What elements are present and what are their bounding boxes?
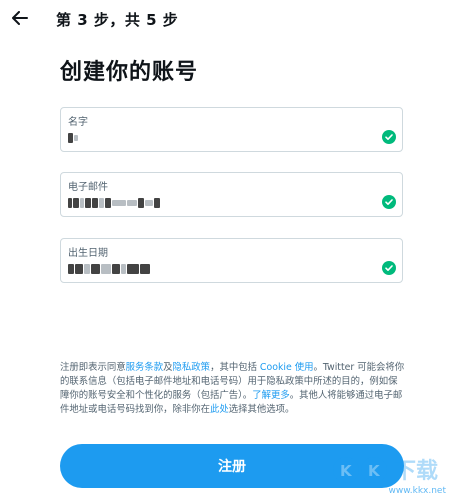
page-title: 创建你的账号 <box>60 60 199 85</box>
svg-text:下载: 下载 <box>394 458 438 484</box>
birthday-label: 出生日期 <box>68 248 108 259</box>
header: 第 3 步，共 5 步 <box>0 0 462 40</box>
terms-text: 选择其他选项。 <box>228 404 295 415</box>
check-circle-icon <box>382 130 396 144</box>
name-field[interactable]: 名字 <box>60 107 403 152</box>
arrow-left-icon <box>12 11 28 25</box>
name-value-redacted <box>68 130 78 146</box>
cookie-use-link[interactable]: Cookie 使用 <box>260 362 314 373</box>
terms-text: ，其中包括 <box>210 362 260 373</box>
terms-notice: 注册即表示同意服务条款及隐私政策，其中包括 Cookie 使用。Twitter … <box>60 361 406 417</box>
learn-more-link[interactable]: 了解更多 <box>252 390 290 401</box>
here-link[interactable]: 此处 <box>210 404 229 415</box>
back-button[interactable] <box>8 6 32 30</box>
birthday-value-redacted <box>68 261 150 277</box>
svg-text:K: K <box>340 462 353 480</box>
email-field[interactable]: 电子邮件 <box>60 172 403 217</box>
terms-text: 及 <box>163 362 173 373</box>
svg-text:K: K <box>368 462 381 480</box>
terms-of-service-link[interactable]: 服务条款 <box>126 362 164 373</box>
check-circle-icon <box>382 261 396 275</box>
check-circle-icon <box>382 195 396 209</box>
name-label: 名字 <box>68 117 88 128</box>
step-indicator: 第 3 步，共 5 步 <box>56 11 179 29</box>
watermark-url: www.kkx.net <box>388 486 447 496</box>
email-value-redacted <box>68 195 160 211</box>
terms-text: 注册即表示同意 <box>60 362 126 373</box>
birthday-field[interactable]: 出生日期 <box>60 238 403 283</box>
privacy-policy-link[interactable]: 隐私政策 <box>173 362 211 373</box>
email-label: 电子邮件 <box>68 182 108 193</box>
